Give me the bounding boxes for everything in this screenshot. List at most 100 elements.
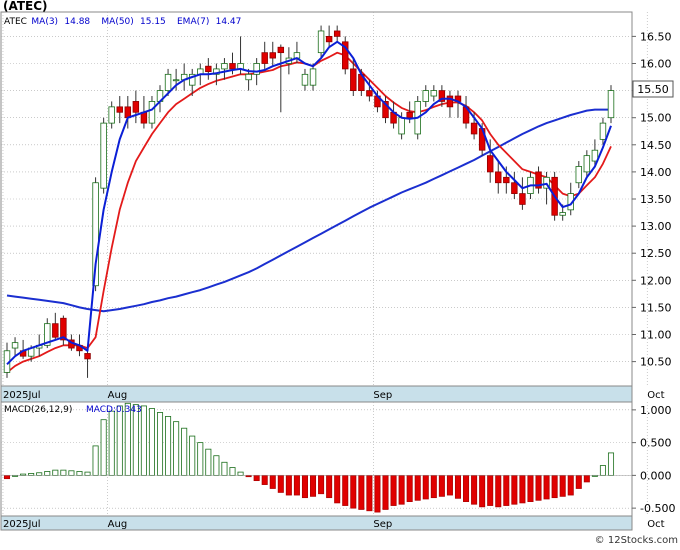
candle-body — [108, 106, 115, 124]
candle-body — [446, 95, 454, 108]
candle-body — [599, 122, 607, 140]
macd-bar — [84, 471, 91, 476]
macd-bar — [422, 474, 429, 500]
candle-body — [519, 193, 526, 205]
month-label: Aug — [108, 390, 128, 401]
legend: ATEC MA(3) 14.88 MA(50) 15.15 EMA(7) 14.47 — [4, 17, 241, 27]
candle-body — [309, 68, 317, 86]
legend-label: MA(3) — [31, 17, 58, 27]
macd-bar — [487, 474, 494, 506]
macd-bar — [479, 474, 486, 508]
candle-body — [100, 122, 107, 189]
month-label: Sep — [373, 390, 392, 401]
candle-body — [172, 79, 180, 82]
macd-bar — [132, 404, 139, 476]
price-tick-label: 16.50 — [640, 30, 672, 43]
legend-label: ATEC — [4, 17, 27, 27]
candle-body — [470, 122, 478, 135]
macd-bar — [205, 448, 212, 476]
watermark: © 12Stocks.com — [595, 535, 678, 546]
price-xaxis-band — [0, 385, 633, 403]
candle-body — [495, 171, 502, 184]
candle-body — [406, 111, 413, 119]
macd-bar — [189, 435, 196, 476]
candle-body — [607, 90, 615, 119]
macd-bar — [503, 474, 510, 506]
price-tick-label: 16.00 — [640, 57, 672, 70]
macd-bar — [253, 474, 260, 482]
candle-body — [317, 30, 325, 54]
macd-value: MACD:0.343 — [86, 405, 142, 415]
macd-bar — [213, 455, 220, 476]
macd-bar — [261, 474, 268, 485]
candle-body — [559, 212, 566, 216]
macd-bar — [326, 474, 333, 499]
macd-bar — [44, 471, 51, 476]
macd-bar — [76, 471, 83, 476]
candle-body — [583, 155, 591, 173]
macd-bar — [68, 470, 75, 476]
macd-tick-label: -0.500 — [640, 502, 675, 515]
macd-bar — [398, 474, 405, 505]
macd-bar — [237, 471, 244, 476]
macd-bar — [374, 474, 381, 513]
macd-bar — [390, 474, 397, 506]
macd-bar — [92, 445, 99, 476]
macd-bar — [607, 452, 615, 476]
macd-bar — [559, 474, 566, 497]
candle-body — [398, 117, 405, 135]
legend-value: 14.47 — [216, 17, 242, 27]
macd-bar — [527, 474, 534, 502]
macd-bar — [301, 474, 308, 499]
month-label-macd: Sep — [373, 519, 392, 530]
macd-bar — [100, 419, 107, 476]
candle-body — [164, 73, 172, 91]
candle-body — [11, 342, 19, 349]
macd-bar — [277, 474, 284, 493]
price-tick-label: 14.50 — [640, 139, 672, 152]
price-tick-label: 12.50 — [640, 247, 672, 260]
macd-bar — [438, 474, 445, 497]
macd-bar — [342, 474, 349, 506]
last-price-label: 15.50 — [637, 83, 669, 96]
month-label: 2025Jul — [3, 390, 41, 401]
candle-body — [229, 63, 236, 70]
candle-body — [333, 30, 341, 37]
price-tick-label: 11.00 — [640, 329, 672, 342]
legend-value: 14.88 — [64, 17, 90, 27]
macd-bar — [269, 474, 276, 489]
candle-body — [422, 90, 429, 102]
macd-bar — [140, 405, 147, 476]
macd-bar — [382, 474, 389, 510]
macd-tick-label: 0.000 — [640, 469, 672, 482]
candle-body — [52, 323, 59, 338]
month-label: Oct — [647, 390, 664, 401]
macd-bar — [599, 465, 606, 476]
month-label-macd: Oct — [647, 519, 664, 530]
price-tick-label: 13.00 — [640, 220, 672, 233]
price-tick-label: 10.50 — [640, 356, 672, 369]
chart-canvas: 16.50 16.00 15.50 15.00 14.50 14.00 13.50 13.00… — [0, 0, 678, 546]
macd-bar — [173, 421, 180, 476]
candle-body — [116, 106, 123, 113]
macd-bar — [165, 416, 172, 476]
macd-title: MACD(26,12,9) — [4, 405, 72, 415]
candle-body — [148, 101, 156, 124]
candle-body — [511, 182, 518, 194]
candle-body — [253, 63, 260, 75]
macd-bar — [430, 474, 437, 499]
macd-tick-label: 1.000 — [640, 404, 672, 417]
candle-body — [486, 155, 494, 173]
macd-bar — [221, 461, 228, 476]
macd-bar — [358, 474, 365, 510]
stock-chart: 16.50 16.00 15.50 15.00 14.50 14.00 13.50 13.00… — [0, 0, 680, 546]
candle-body — [575, 166, 583, 184]
macd-bar — [406, 474, 413, 502]
macd-bar — [471, 474, 478, 505]
price-tick-label: 13.50 — [640, 193, 672, 206]
candle-body — [301, 73, 309, 86]
macd-bar — [293, 474, 300, 496]
macd-bar — [414, 474, 421, 501]
macd-xaxis-band — [0, 515, 633, 531]
macd-bar — [495, 474, 502, 508]
